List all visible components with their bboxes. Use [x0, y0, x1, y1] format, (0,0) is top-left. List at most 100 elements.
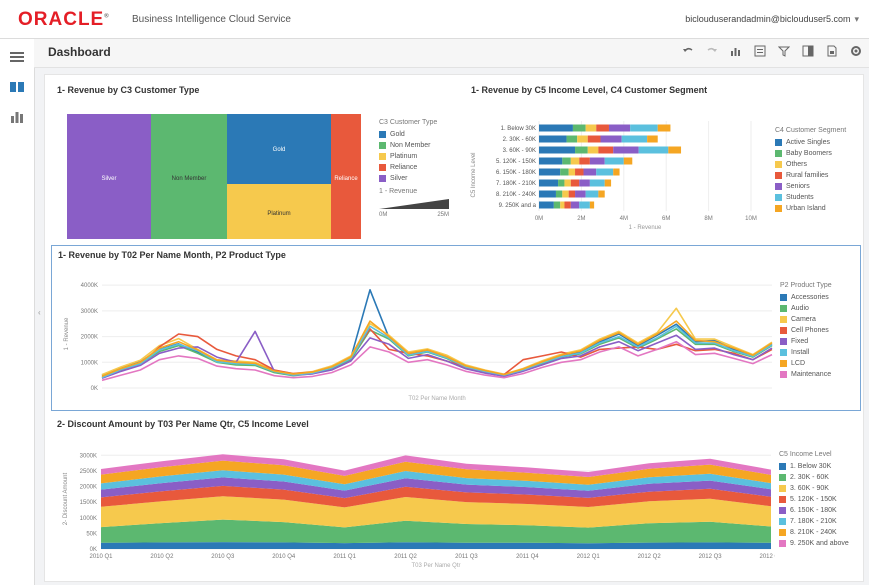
legend-item[interactable]: Silver	[379, 173, 451, 184]
logo-text: ORACLE	[18, 9, 105, 30]
legend-swatch	[779, 518, 786, 525]
viz-revenue-by-income-segment[interactable]: 1- Revenue by C5 Income Level, C4 Custom…	[465, 81, 859, 241]
legend-label: Maintenance	[791, 371, 832, 378]
legend-swatch	[779, 474, 786, 481]
legend-label: Install	[791, 349, 810, 356]
filter-icon[interactable]	[777, 44, 791, 58]
legend-item[interactable]: Audio	[780, 303, 860, 314]
legend-swatch	[779, 540, 786, 547]
legend-label: LCD	[791, 360, 806, 367]
treemap-label-platinum: Platinum	[267, 211, 290, 217]
legend-item[interactable]: Baby Boomers	[775, 148, 859, 159]
redo-icon[interactable]	[705, 44, 719, 58]
legend-item[interactable]: 1. Below 30K	[779, 461, 859, 472]
bar-segment	[572, 124, 586, 132]
add-filter-icon[interactable]	[753, 44, 767, 58]
bar-segment	[560, 201, 565, 209]
legend-swatch	[775, 139, 782, 146]
x-tick-label: 2011 Q3	[455, 554, 478, 560]
x-tick-label: 2011 Q4	[516, 554, 539, 560]
visualize-icon[interactable]	[9, 79, 25, 95]
save-icon[interactable]	[825, 44, 839, 58]
bar-segment	[575, 146, 588, 154]
x-tick-label: 2010 Q4	[272, 554, 296, 560]
legend-item[interactable]: Platinum	[379, 151, 451, 162]
add-visualization-icon[interactable]	[729, 44, 743, 58]
legend-customer-type: C3 Customer Type Gold Non Member Platinu…	[379, 119, 451, 218]
bar-segment	[608, 124, 631, 132]
bar-segment	[623, 157, 633, 165]
legend-label: Gold	[390, 131, 405, 138]
bar-segment	[598, 190, 605, 198]
legend-item[interactable]: 7. 180K - 210K	[779, 516, 859, 527]
legend-item[interactable]: 8. 210K - 240K	[779, 527, 859, 538]
legend-item[interactable]: 6. 150K - 180K	[779, 505, 859, 516]
color-scale-max: 25M	[437, 212, 449, 218]
bar-segment	[570, 201, 580, 209]
legend-item[interactable]: Others	[775, 159, 859, 170]
data-panel-icon[interactable]	[801, 44, 815, 58]
legend-title: C3 Customer Type	[379, 119, 438, 126]
x-tick-label: 6M	[662, 216, 670, 222]
y-tick-label: 7. 180K - 210K	[496, 181, 536, 187]
legend-item[interactable]: Maintenance	[780, 369, 860, 380]
legend-item[interactable]: Install	[780, 347, 860, 358]
bar-segment	[638, 146, 669, 154]
bar-segment	[600, 135, 622, 143]
legend-label: Platinum	[390, 153, 418, 160]
legend-item[interactable]: Accessories	[780, 292, 860, 303]
area-band	[101, 519, 771, 544]
viz-title: 1- Revenue by T02 Per Name Month, P2 Pro…	[58, 250, 286, 260]
bar-segment	[668, 146, 682, 154]
legend-item[interactable]: 2. 30K - 60K	[779, 472, 859, 483]
legend-item[interactable]: Gold	[379, 129, 451, 140]
legend-item[interactable]: Students	[775, 192, 859, 203]
settings-icon[interactable]	[849, 44, 863, 58]
legend-item[interactable]: LCD	[780, 358, 860, 369]
legend-label: Baby Boomers	[786, 150, 832, 157]
series-line	[101, 340, 773, 382]
bar-segment	[598, 146, 614, 154]
legend-item[interactable]: Cell Phones	[780, 325, 860, 336]
legend-item[interactable]: 3. 60K - 90K	[779, 483, 859, 494]
viz-revenue-by-customer-type[interactable]: 1- Revenue by C3 Customer Type Silver No…	[51, 81, 451, 241]
viz-revenue-by-month-product[interactable]: 1- Revenue by T02 Per Name Month, P2 Pro…	[51, 245, 861, 411]
user-menu[interactable]: biclouduserandadmin@biclouduser5.com ▾	[685, 14, 859, 25]
bar-segment	[575, 190, 586, 198]
bar-segment	[562, 157, 571, 165]
bar-segment	[539, 168, 561, 176]
legend-swatch	[779, 529, 786, 536]
bar-segment	[596, 168, 614, 176]
legend-item[interactable]: Fixed	[780, 336, 860, 347]
hamburger-menu-icon[interactable]	[9, 49, 25, 65]
color-scale-title: 1 - Revenue	[379, 188, 418, 195]
undo-icon[interactable]	[681, 44, 695, 58]
legend-label: Silver	[390, 175, 408, 182]
legend-item[interactable]: Rural families	[775, 170, 859, 181]
treemap-label-reliance: Reliance	[334, 176, 358, 182]
data-elements-icon[interactable]	[9, 109, 25, 125]
product-name: Business Intelligence Cloud Service	[132, 14, 291, 25]
legend-item[interactable]: 5. 120K - 150K	[779, 494, 859, 505]
legend-item[interactable]: 9. 250K and above	[779, 538, 859, 549]
legend-swatch	[379, 175, 386, 182]
bar-segment	[570, 157, 580, 165]
x-tick-label: 2012 Q2	[638, 554, 662, 560]
bar-segment	[589, 157, 605, 165]
y-tick-label: 4000K	[81, 283, 98, 289]
legend-item[interactable]: Reliance	[379, 162, 451, 173]
bar-segment	[539, 135, 567, 143]
collapse-panel-icon[interactable]: ‹	[38, 308, 41, 317]
legend-item[interactable]: Seniors	[775, 181, 859, 192]
viz-discount-by-qtr-income[interactable]: 2- Discount Amount by T03 Per Name Qtr, …	[51, 415, 859, 579]
legend-item[interactable]: Urban Island	[775, 203, 859, 214]
legend-item[interactable]: Non Member	[379, 140, 451, 151]
bar-segment	[583, 168, 597, 176]
x-tick-label: 2012 Q3	[699, 554, 723, 560]
legend-item[interactable]: Camera	[780, 314, 860, 325]
legend-item[interactable]: Active Singles	[775, 137, 859, 148]
x-tick-label: 2012 Q4	[759, 554, 775, 560]
bar-segment	[657, 124, 671, 132]
y-tick-label: 8. 210K - 240K	[496, 192, 536, 198]
legend-label: 2. 30K - 60K	[790, 474, 829, 481]
